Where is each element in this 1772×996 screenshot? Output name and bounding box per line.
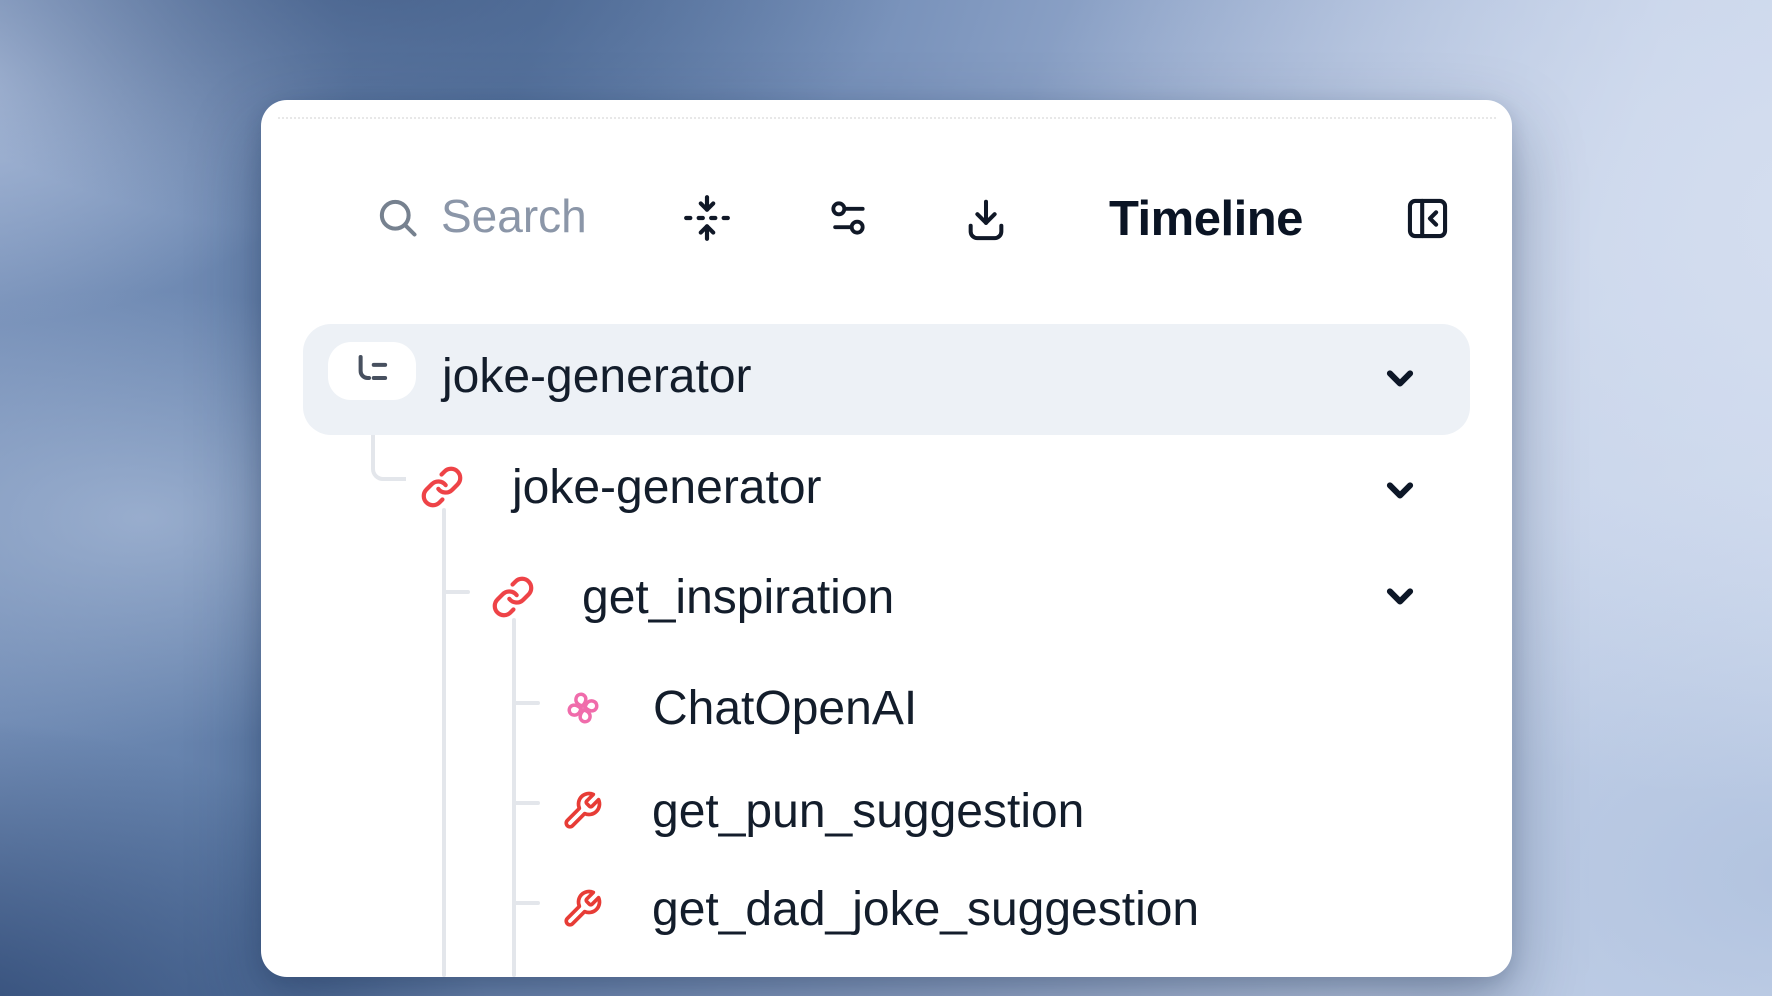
trace-tree-panel: Search Timeline joke-generator — [261, 100, 1512, 977]
chevron-down-icon[interactable] — [1378, 468, 1422, 512]
top-divider — [278, 117, 1496, 119]
wrench-tool-icon — [561, 790, 603, 832]
search-input[interactable]: Search — [441, 190, 587, 242]
wrench-tool-icon — [561, 888, 603, 930]
filter-sliders-icon[interactable] — [826, 196, 870, 240]
tree-row-label[interactable]: joke-generator — [512, 460, 822, 516]
list-tree-icon — [351, 350, 393, 392]
tree-connector — [512, 618, 516, 977]
chain-link-icon — [420, 465, 464, 509]
tree-connector — [514, 801, 540, 805]
tree-connector — [442, 508, 446, 977]
fold-vertical-icon[interactable] — [682, 193, 732, 243]
tree-row-label[interactable]: get_dad_joke_suggestion — [652, 882, 1199, 938]
pinwheel-llm-icon — [561, 686, 605, 730]
tree-connector — [444, 590, 470, 594]
tree-connector — [514, 701, 540, 705]
tree-row-label[interactable]: get_inspiration — [582, 570, 894, 626]
download-icon[interactable] — [963, 196, 1009, 242]
tree-row-label[interactable]: joke-generator — [442, 349, 752, 405]
search-icon[interactable] — [376, 196, 420, 240]
tree-row-label[interactable]: get_pun_suggestion — [652, 784, 1084, 840]
chain-link-icon — [491, 575, 535, 619]
root-icon-pill — [328, 342, 416, 400]
chevron-down-icon[interactable] — [1378, 356, 1422, 400]
tree-connector — [514, 901, 540, 905]
chevron-down-icon[interactable] — [1378, 574, 1422, 618]
timeline-toggle[interactable]: Timeline — [1109, 192, 1303, 246]
tree-row-label[interactable]: ChatOpenAI — [653, 681, 917, 737]
panel-left-close-icon[interactable] — [1403, 194, 1452, 243]
